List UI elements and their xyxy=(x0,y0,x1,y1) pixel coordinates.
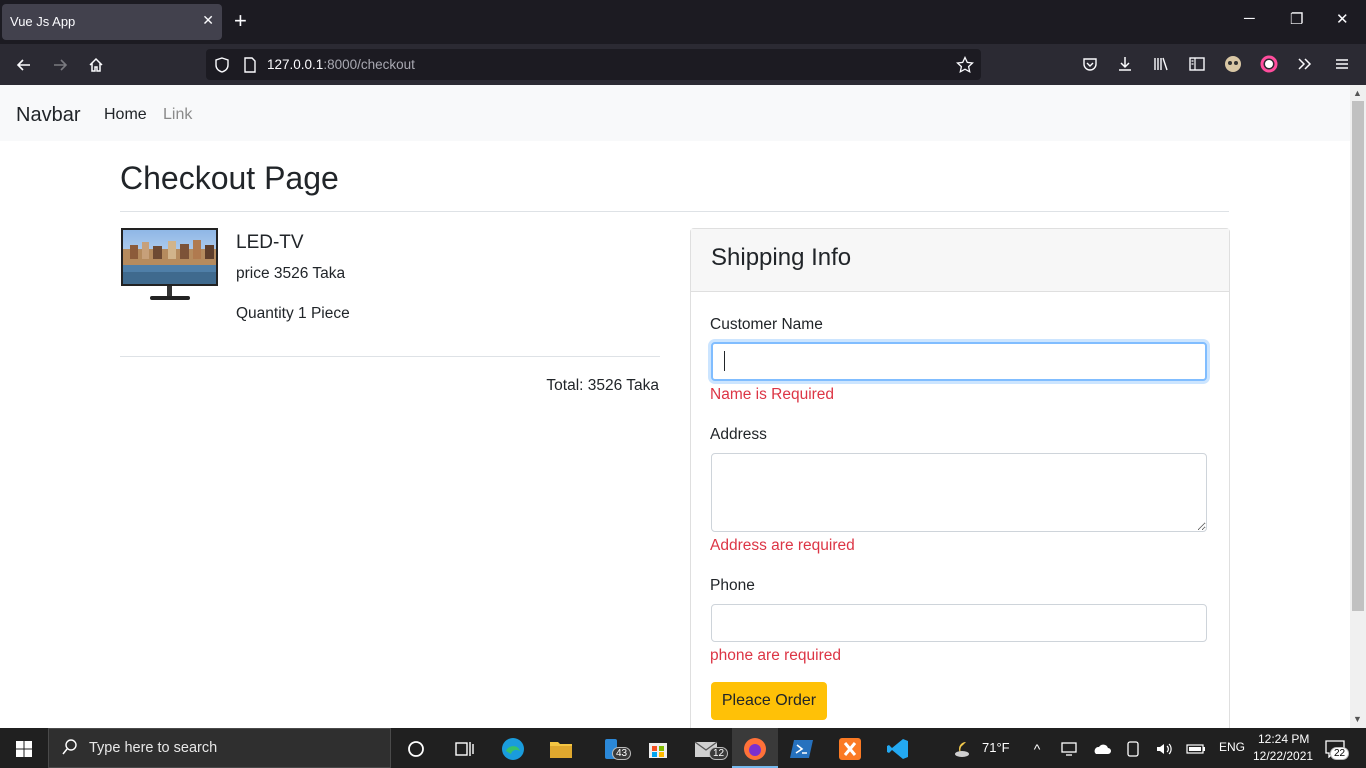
badge-mail: 12 xyxy=(709,747,729,760)
site-navbar: Navbar Home Link xyxy=(0,85,1350,141)
overflow-chevron-icon[interactable] xyxy=(1296,55,1316,75)
summary-divider xyxy=(120,356,660,357)
customer-name-label: Customer Name xyxy=(710,316,823,333)
customer-name-error: Name is Required xyxy=(710,386,835,403)
sidebar-icon[interactable] xyxy=(1188,55,1208,75)
nav-link-link[interactable]: Link xyxy=(163,106,192,124)
firefox-icon[interactable] xyxy=(742,736,768,762)
taskbar-search[interactable]: Type here to search xyxy=(48,728,391,768)
phone-error: phone are required xyxy=(710,647,841,664)
browser-tab[interactable]: Vue Js App ✕ xyxy=(2,4,222,40)
powershell-icon[interactable] xyxy=(789,736,815,762)
clock-time[interactable]: 12:24 PM xyxy=(1258,732,1309,746)
extension-avatar-icon[interactable] xyxy=(1224,55,1244,75)
address-bar[interactable]: 127.0.0.1:8000/checkout xyxy=(206,49,981,80)
product-name: LED-TV xyxy=(236,232,304,253)
text-caret xyxy=(724,351,725,371)
weather-temp: 71°F xyxy=(982,740,1010,755)
address-label: Address xyxy=(710,426,767,443)
new-tab-icon[interactable]: + xyxy=(234,8,247,34)
search-placeholder: Type here to search xyxy=(89,740,218,756)
product-price: price 3526 Taka xyxy=(236,265,346,282)
scroll-up-icon[interactable]: ▲ xyxy=(1353,88,1362,98)
weather-icon[interactable] xyxy=(950,736,976,762)
edge-icon[interactable] xyxy=(500,736,526,762)
page-info-icon[interactable] xyxy=(241,56,259,74)
customer-name-input[interactable] xyxy=(711,342,1207,381)
task-view-icon[interactable] xyxy=(451,736,477,762)
home-icon[interactable] xyxy=(83,52,109,78)
battery-icon[interactable] xyxy=(1183,736,1209,762)
store-icon[interactable] xyxy=(645,736,671,762)
page-title: Checkout Page xyxy=(120,160,339,196)
file-explorer-icon[interactable] xyxy=(548,736,574,762)
phone-label: Phone xyxy=(710,577,755,594)
title-divider xyxy=(120,211,1229,212)
address-error: Address are required xyxy=(710,537,855,554)
taskbar: Type here to search 43 12 71°F ^ ENG 12:… xyxy=(0,728,1366,768)
badge-phone: 43 xyxy=(612,747,632,760)
pocket-icon[interactable] xyxy=(1081,55,1101,75)
color-extension-icon[interactable] xyxy=(1260,55,1280,75)
show-hidden-icons-icon[interactable]: ^ xyxy=(1024,736,1050,762)
product-image xyxy=(120,227,219,302)
volume-icon[interactable] xyxy=(1151,736,1177,762)
phone-input[interactable] xyxy=(711,604,1207,642)
clock-date[interactable]: 12/22/2021 xyxy=(1253,749,1313,763)
vscode-icon[interactable] xyxy=(885,736,911,762)
address-textarea[interactable] xyxy=(711,453,1207,532)
product-quantity: Quantity 1 Piece xyxy=(236,305,350,322)
browser-toolbar: 127.0.0.1:8000/checkout xyxy=(0,44,1366,85)
downloads-icon[interactable] xyxy=(1116,55,1136,75)
browser-tab-bar: Vue Js App ✕ + ─ ❐ ✕ xyxy=(0,0,1366,44)
scroll-down-icon[interactable]: ▼ xyxy=(1353,714,1362,724)
place-order-button[interactable]: Pleace Order xyxy=(711,682,827,720)
minimize-icon[interactable]: ─ xyxy=(1244,10,1255,27)
nav-link-home[interactable]: Home xyxy=(104,106,147,124)
shipping-card-header: Shipping Info xyxy=(691,229,1229,292)
xampp-icon[interactable] xyxy=(837,736,863,762)
search-icon xyxy=(61,738,79,761)
network-pc-icon[interactable] xyxy=(1056,736,1082,762)
restore-icon[interactable]: ❐ xyxy=(1290,10,1303,28)
notification-count: 22 xyxy=(1330,747,1350,760)
scrollbar-thumb[interactable] xyxy=(1352,101,1364,611)
windows-start-icon[interactable] xyxy=(11,736,37,762)
device-icon[interactable] xyxy=(1120,736,1146,762)
close-tab-icon[interactable]: ✕ xyxy=(202,12,214,29)
url-text: 127.0.0.1:8000/checkout xyxy=(267,57,415,72)
back-icon[interactable] xyxy=(11,52,37,78)
onedrive-icon[interactable] xyxy=(1088,736,1114,762)
language-indicator[interactable]: ENG xyxy=(1219,740,1245,754)
tab-title: Vue Js App xyxy=(10,14,76,29)
cortana-icon[interactable] xyxy=(403,736,429,762)
navbar-brand[interactable]: Navbar xyxy=(16,104,80,127)
shield-icon[interactable] xyxy=(213,56,231,74)
close-window-icon[interactable]: ✕ xyxy=(1336,10,1349,28)
library-icon[interactable] xyxy=(1152,55,1172,75)
order-total: Total: 3526 Taka xyxy=(546,377,659,394)
bookmark-star-icon[interactable] xyxy=(956,55,974,74)
forward-icon[interactable] xyxy=(47,52,73,78)
shipping-title: Shipping Info xyxy=(711,244,852,271)
menu-icon[interactable] xyxy=(1333,55,1353,75)
